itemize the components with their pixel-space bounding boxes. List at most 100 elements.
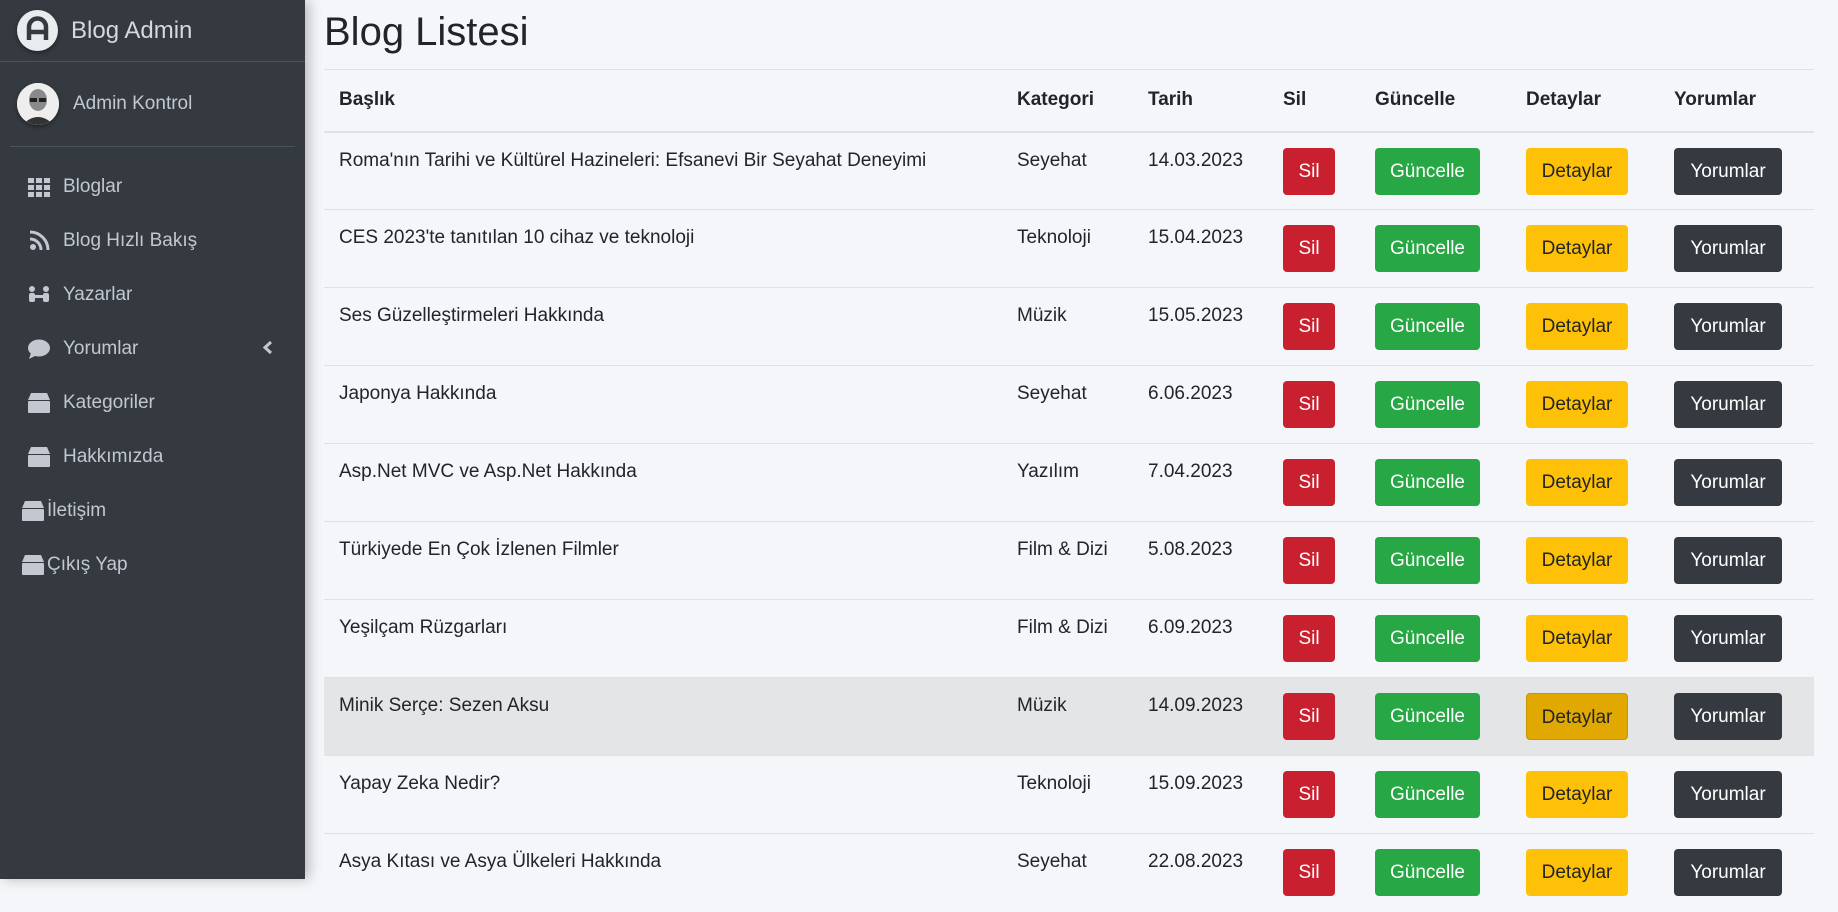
- sidebar-item-label: Yorumlar: [63, 338, 139, 359]
- sidebar-item-label: Bloglar: [63, 176, 123, 197]
- blog-icon: [27, 230, 51, 252]
- column-header-kategori: Kategori: [1002, 69, 1133, 133]
- sidebar-item-label: Çıkış Yap: [47, 554, 128, 575]
- comments-button[interactable]: Yorumlar: [1674, 147, 1782, 195]
- table-row: Minik Serçe: Sezen Aksu Müzik 14.09.2023…: [324, 677, 1814, 756]
- comments-button[interactable]: Yorumlar: [1674, 537, 1782, 584]
- blog-category-cell: Müzik: [1002, 677, 1133, 756]
- delete-button[interactable]: Sil: [1283, 849, 1335, 896]
- comments-button[interactable]: Yorumlar: [1674, 693, 1782, 740]
- blog-title-cell: Yapay Zeka Nedir?: [324, 755, 1002, 834]
- delete-button[interactable]: Sil: [1283, 537, 1335, 584]
- details-button[interactable]: Detaylar: [1526, 849, 1628, 896]
- update-button[interactable]: Güncelle: [1375, 459, 1480, 506]
- update-button[interactable]: Güncelle: [1375, 537, 1480, 584]
- update-button[interactable]: Güncelle: [1375, 849, 1480, 896]
- update-button[interactable]: Güncelle: [1375, 615, 1480, 662]
- details-button[interactable]: Detaylar: [1526, 225, 1628, 272]
- blog-title-cell: Minik Serçe: Sezen Aksu: [324, 677, 1002, 756]
- blog-title-cell: Yeşilçam Rüzgarları: [324, 599, 1002, 678]
- blog-category-cell: Film & Dizi: [1002, 521, 1133, 600]
- details-button[interactable]: Detaylar: [1526, 303, 1628, 350]
- delete-button[interactable]: Sil: [1283, 771, 1335, 818]
- table-row: Roma'nın Tarihi ve Kültürel Hazineleri: …: [324, 131, 1814, 210]
- blog-date-cell: 5.08.2023: [1133, 521, 1268, 600]
- blog-table: Başlık Kategori Tarih Sil Güncelle Detay…: [324, 69, 1814, 912]
- sidebar-item-label: İletişim: [47, 500, 107, 521]
- table-row: CES 2023'te tanıtılan 10 cihaz ve teknol…: [324, 209, 1814, 288]
- box-icon: [27, 392, 51, 414]
- blog-category-cell: Film & Dizi: [1002, 599, 1133, 678]
- sidebar-nav: Bloglar Blog Hızlı Bakış Yazarlar Yoruml…: [0, 147, 305, 592]
- column-header-guncelle: Güncelle: [1360, 69, 1511, 133]
- sidebar-item-cikis-yap[interactable]: Çıkış Yap: [0, 538, 305, 592]
- comments-button[interactable]: Yorumlar: [1674, 381, 1782, 428]
- update-button[interactable]: Güncelle: [1375, 771, 1480, 818]
- blog-title-cell: Japonya Hakkında: [324, 365, 1002, 444]
- blog-title-cell: Roma'nın Tarihi ve Kültürel Hazineleri: …: [324, 131, 1002, 210]
- comments-button[interactable]: Yorumlar: [1674, 615, 1782, 662]
- blog-table-wrapper: Başlık Kategori Tarih Sil Güncelle Detay…: [324, 69, 1814, 912]
- brand-link[interactable]: Blog Admin: [0, 0, 305, 62]
- delete-button[interactable]: Sil: [1283, 693, 1335, 740]
- delete-button[interactable]: Sil: [1283, 459, 1335, 506]
- column-header-baslik: Başlık: [324, 69, 1002, 133]
- details-button[interactable]: Detaylar: [1526, 771, 1628, 818]
- blog-date-cell: 6.06.2023: [1133, 365, 1268, 444]
- details-button[interactable]: Detaylar: [1526, 537, 1628, 584]
- sidebar: Blog Admin Admin Kontrol Bloglar Blog Hı…: [0, 0, 305, 879]
- chevron-left-icon[interactable]: [262, 339, 273, 361]
- delete-button[interactable]: Sil: [1283, 303, 1335, 350]
- delete-button[interactable]: Sil: [1283, 381, 1335, 428]
- table-row: Ses Güzelleştirmeleri Hakkında Müzik 15.…: [324, 287, 1814, 366]
- user-panel[interactable]: Admin Kontrol: [10, 62, 295, 147]
- sidebar-item-yazarlar[interactable]: Yazarlar: [0, 268, 305, 322]
- sidebar-item-blog-hizli-bakis[interactable]: Blog Hızlı Bakış: [0, 214, 305, 268]
- sidebar-item-label: Blog Hızlı Bakış: [63, 230, 198, 251]
- column-header-sil: Sil: [1268, 69, 1360, 133]
- blog-category-cell: Teknoloji: [1002, 209, 1133, 288]
- comments-button[interactable]: Yorumlar: [1674, 771, 1782, 818]
- sidebar-item-bloglar[interactable]: Bloglar: [0, 160, 305, 214]
- sidebar-item-label: Yazarlar: [63, 284, 133, 305]
- sidebar-item-kategoriler[interactable]: Kategoriler: [0, 376, 305, 430]
- details-button[interactable]: Detaylar: [1526, 459, 1628, 506]
- delete-button[interactable]: Sil: [1283, 615, 1335, 662]
- details-button[interactable]: Detaylar: [1526, 615, 1628, 662]
- update-button[interactable]: Güncelle: [1375, 225, 1480, 272]
- content-wrapper: Blog Listesi Başlık Kategori Tarih Sil G…: [305, 0, 1838, 912]
- comments-button[interactable]: Yorumlar: [1674, 225, 1782, 272]
- blog-category-cell: Seyehat: [1002, 131, 1133, 210]
- delete-button[interactable]: Sil: [1283, 225, 1335, 272]
- details-button[interactable]: Detaylar: [1526, 381, 1628, 428]
- details-button[interactable]: Detaylar: [1526, 693, 1628, 740]
- brand-logo-icon: [17, 10, 58, 51]
- update-button[interactable]: Güncelle: [1375, 693, 1480, 740]
- sidebar-item-yorumlar[interactable]: Yorumlar: [0, 322, 305, 376]
- blog-date-cell: 15.05.2023: [1133, 287, 1268, 366]
- grid-icon: [27, 176, 51, 198]
- delete-button[interactable]: Sil: [1283, 147, 1335, 195]
- sidebar-item-hakkimizda[interactable]: Hakkımızda: [0, 430, 305, 484]
- comments-button[interactable]: Yorumlar: [1674, 849, 1782, 896]
- blog-title-cell: Asp.Net MVC ve Asp.Net Hakkında: [324, 443, 1002, 522]
- update-button[interactable]: Güncelle: [1375, 147, 1480, 195]
- table-row: Japonya Hakkında Seyehat 6.06.2023 Sil G…: [324, 365, 1814, 444]
- users-icon: [27, 284, 51, 306]
- details-button[interactable]: Detaylar: [1526, 147, 1628, 195]
- sidebar-item-label: Hakkımızda: [63, 446, 164, 467]
- user-name: Admin Kontrol: [73, 93, 193, 114]
- sidebar-item-label: Kategoriler: [63, 392, 155, 413]
- comments-button[interactable]: Yorumlar: [1674, 303, 1782, 350]
- blog-category-cell: Müzik: [1002, 287, 1133, 366]
- update-button[interactable]: Güncelle: [1375, 303, 1480, 350]
- brand-text: Blog Admin: [71, 16, 193, 44]
- blog-date-cell: 7.04.2023: [1133, 443, 1268, 522]
- table-header-row: Başlık Kategori Tarih Sil Güncelle Detay…: [324, 69, 1814, 133]
- comments-button[interactable]: Yorumlar: [1674, 459, 1782, 506]
- table-row: Asya Kıtası ve Asya Ülkeleri Hakkında Se…: [324, 833, 1814, 912]
- blog-date-cell: 15.04.2023: [1133, 209, 1268, 288]
- blog-date-cell: 15.09.2023: [1133, 755, 1268, 834]
- sidebar-item-iletisim[interactable]: İletişim: [0, 484, 305, 538]
- update-button[interactable]: Güncelle: [1375, 381, 1480, 428]
